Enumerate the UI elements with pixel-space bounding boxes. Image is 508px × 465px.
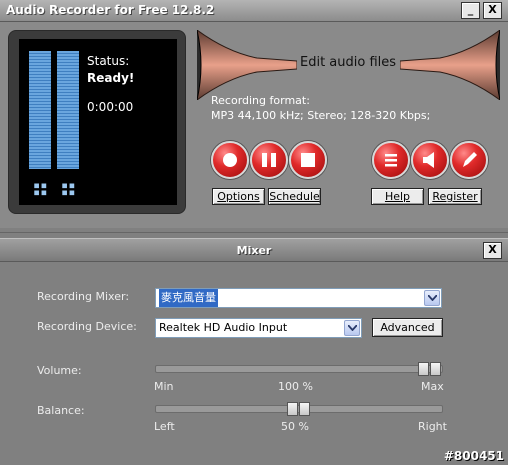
register-button[interactable]: Register (428, 188, 482, 205)
volume-min-label: Min (154, 380, 174, 393)
volume-slider[interactable] (155, 362, 443, 376)
recorder-window: Audio Recorder for Free 12.8.2 _ X ▪▪ ▪▪ … (0, 0, 508, 228)
watermark: #800451 (443, 449, 504, 463)
recording-format-value: MP3 44,100 kHz; Stereo; 128-320 Kbps; (211, 109, 431, 122)
pencil-icon (463, 152, 477, 167)
volume-max-label: Max (421, 380, 444, 393)
minimize-button[interactable]: _ (461, 2, 480, 19)
stop-button[interactable] (289, 141, 327, 179)
recording-device-select[interactable]: Realtek HD Audio Input (155, 318, 362, 338)
help-button[interactable]: Help (371, 188, 424, 205)
edit-button[interactable] (450, 141, 488, 179)
chevron-down-icon[interactable] (344, 320, 360, 336)
recording-mixer-value: 麥克風音量 (159, 289, 218, 307)
mixer-title-bar[interactable]: Mixer X (0, 238, 508, 262)
window-title: Audio Recorder for Free 12.8.2 (6, 3, 215, 17)
elapsed-time: 0:00:00 (87, 100, 134, 114)
volume-value: 100 % (278, 380, 313, 393)
schedule-button[interactable]: Schedule (268, 188, 321, 205)
left-level-meter (29, 51, 51, 169)
chevron-down-icon[interactable] (424, 290, 440, 306)
recording-device-label: Recording Device: (37, 320, 137, 333)
recording-format-label: Recording format: (211, 94, 310, 107)
recording-mixer-label: Recording Mixer: (37, 290, 130, 303)
list-icon (385, 154, 397, 167)
balance-left-label: Left (154, 420, 175, 433)
balance-slider[interactable] (155, 402, 443, 416)
left-channel-icon: ▪▪ ▪▪ (33, 178, 48, 199)
mixer-close-button[interactable]: X (483, 242, 502, 259)
help-label: Help (384, 190, 411, 203)
pause-button[interactable] (250, 141, 288, 179)
recording-device-value: Realtek HD Audio Input (159, 321, 288, 334)
options-button[interactable]: Options (212, 188, 265, 205)
volume-button[interactable] (411, 141, 449, 179)
balance-slider-thumb[interactable] (287, 402, 311, 416)
right-channel-icon: ▪▪ ▪▪ (61, 178, 76, 199)
status-display: ▪▪ ▪▪ ▪▪ ▪▪ Status: Ready! 0:00:00 (8, 30, 186, 214)
volume-label: Volume: (37, 364, 82, 377)
volume-slider-thumb[interactable] (418, 362, 442, 376)
options-label: Options (217, 190, 260, 203)
register-label: Register (432, 190, 478, 203)
stop-icon (301, 153, 315, 167)
speaker-icon (423, 152, 434, 168)
balance-right-label: Right (418, 420, 447, 433)
recording-mixer-select[interactable]: 麥克風音量 (155, 288, 442, 308)
title-bar[interactable]: Audio Recorder for Free 12.8.2 _ X (0, 0, 508, 22)
right-level-meter (57, 51, 79, 169)
edit-audio-files-link[interactable]: Edit audio files (300, 55, 396, 70)
left-horn-icon (197, 30, 297, 100)
menu-button[interactable] (372, 141, 410, 179)
pause-icon (262, 153, 276, 167)
mixer-window: Mixer X Recording Mixer: 麥克風音量 Recording… (0, 232, 508, 465)
status-value: Ready! (87, 71, 135, 85)
mixer-title: Mixer (236, 244, 272, 257)
right-horn-icon (400, 30, 500, 100)
advanced-button[interactable]: Advanced (372, 318, 443, 337)
schedule-label: Schedule (269, 190, 320, 203)
record-icon (223, 153, 237, 167)
close-button[interactable]: X (483, 2, 502, 19)
status-label: Status: (87, 54, 130, 68)
balance-value: 50 % (281, 420, 309, 433)
record-button[interactable] (211, 141, 249, 179)
balance-label: Balance: (37, 404, 85, 417)
